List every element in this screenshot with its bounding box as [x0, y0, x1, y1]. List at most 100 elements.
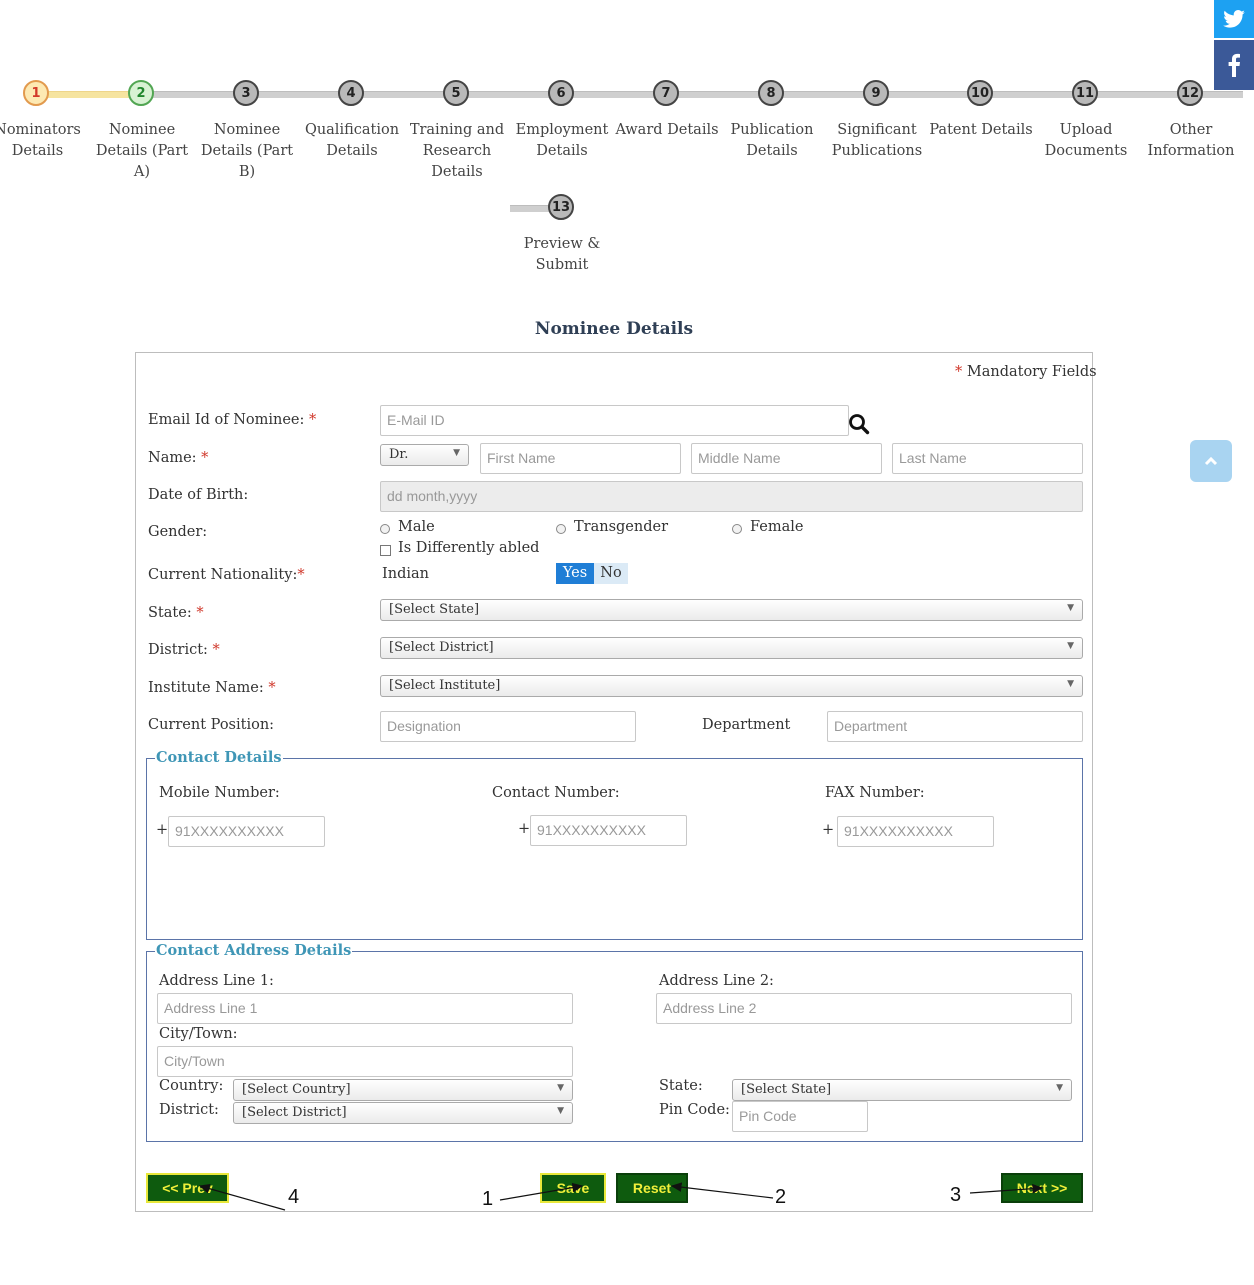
- district-label: District: *: [148, 642, 220, 658]
- gender-female-radio[interactable]: [732, 524, 742, 534]
- step-4-label[interactable]: Qualification Details: [296, 120, 408, 162]
- department-input[interactable]: Department: [827, 711, 1083, 742]
- gender-male-label[interactable]: Male: [398, 519, 435, 535]
- step-12-label[interactable]: Other Information: [1135, 120, 1247, 162]
- country-label: Country:: [159, 1078, 224, 1094]
- step-9-label[interactable]: Significant Publications: [821, 120, 933, 162]
- required-star: *: [268, 680, 276, 696]
- twitter-icon: [1223, 10, 1245, 28]
- step-12-circle[interactable]: 12: [1177, 80, 1203, 106]
- email-input[interactable]: E-Mail ID: [380, 405, 849, 436]
- dropdown-arrow-icon: ▼: [557, 1083, 564, 1093]
- required-star: *: [309, 412, 317, 428]
- institute-select[interactable]: [Select Institute] ▼: [380, 675, 1083, 697]
- step-10-label[interactable]: Patent Details: [925, 120, 1037, 141]
- facebook-button[interactable]: [1214, 40, 1254, 90]
- facebook-icon: [1228, 53, 1240, 77]
- designation-input[interactable]: Designation: [380, 711, 636, 742]
- chevron-up-icon: [1204, 456, 1218, 466]
- dob-label: Date of Birth:: [148, 487, 249, 503]
- gender-male-radio[interactable]: [380, 524, 390, 534]
- department-label: Department: [702, 717, 791, 733]
- required-star: *: [196, 605, 204, 621]
- name-title-select[interactable]: Dr. ▼: [380, 444, 469, 466]
- middle-name-input[interactable]: Middle Name: [691, 443, 882, 474]
- step-5-circle[interactable]: 5: [443, 80, 469, 106]
- state-select[interactable]: [Select State] ▼: [380, 599, 1083, 621]
- dropdown-arrow-icon: ▼: [1067, 679, 1074, 689]
- step-1-circle[interactable]: 1: [23, 80, 49, 106]
- twitter-button[interactable]: [1214, 0, 1254, 38]
- address-state-select-value: [Select State]: [741, 1082, 832, 1097]
- mandatory-text: Mandatory Fields: [966, 364, 1097, 380]
- step-6-circle[interactable]: 6: [548, 80, 574, 106]
- address-line1-input[interactable]: Address Line 1: [157, 993, 573, 1024]
- nationality-yes-option[interactable]: Yes: [556, 563, 594, 584]
- step-2-label[interactable]: Nominee Details (Part A): [86, 120, 198, 183]
- required-star: *: [297, 567, 305, 583]
- differently-abled-label[interactable]: Is Differently abled: [398, 540, 539, 556]
- address-district-select[interactable]: [Select District] ▼: [233, 1102, 573, 1124]
- dropdown-arrow-icon: ▼: [557, 1106, 564, 1116]
- gender-transgender-label[interactable]: Transgender: [574, 519, 668, 535]
- step-8-circle[interactable]: 8: [758, 80, 784, 106]
- step-5-label[interactable]: Training and Research Details: [401, 120, 513, 183]
- contact-number-input[interactable]: 91XXXXXXXXXX: [530, 815, 687, 846]
- gender-female-label[interactable]: Female: [750, 519, 803, 535]
- required-star: *: [201, 450, 209, 466]
- step-2-circle[interactable]: 2: [128, 80, 154, 106]
- email-label: Email Id of Nominee: *: [148, 412, 316, 428]
- step-13-label[interactable]: Preview & Submit: [506, 234, 618, 276]
- address-line2-label: Address Line 2:: [659, 973, 774, 989]
- nationality-value: Indian: [382, 566, 429, 582]
- step-7-label[interactable]: Award Details: [611, 120, 723, 141]
- differently-abled-checkbox[interactable]: [380, 545, 391, 556]
- address-line2-input[interactable]: Address Line 2: [656, 993, 1072, 1024]
- step-11-label[interactable]: Upload Documents: [1030, 120, 1142, 162]
- address-details-legend: Contact Address Details: [155, 942, 353, 959]
- step-7-circle[interactable]: 7: [653, 80, 679, 106]
- district-select[interactable]: [Select District] ▼: [380, 637, 1083, 659]
- dob-input[interactable]: dd month,yyyy: [380, 481, 1083, 512]
- step-11-circle[interactable]: 11: [1072, 80, 1098, 106]
- country-select-value: [Select Country]: [242, 1082, 351, 1097]
- country-select[interactable]: [Select Country] ▼: [233, 1079, 573, 1101]
- fax-input[interactable]: 91XXXXXXXXXX: [837, 816, 994, 847]
- step-6-label[interactable]: Employment Details: [506, 120, 618, 162]
- address-state-select[interactable]: [Select State] ▼: [732, 1079, 1072, 1101]
- step-3-circle[interactable]: 3: [233, 80, 259, 106]
- step-1-label[interactable]: Nominators Details: [0, 120, 95, 162]
- step-10-circle[interactable]: 10: [967, 80, 993, 106]
- step-9-circle[interactable]: 9: [863, 80, 889, 106]
- district-label-text: District:: [148, 642, 208, 658]
- dropdown-arrow-icon: ▼: [1056, 1083, 1063, 1093]
- name-label: Name: *: [148, 450, 208, 466]
- address-state-label: State:: [659, 1078, 703, 1094]
- last-name-input[interactable]: Last Name: [892, 443, 1083, 474]
- pin-code-input[interactable]: Pin Code: [732, 1101, 868, 1132]
- gender-transgender-radio[interactable]: [556, 524, 566, 534]
- gender-label: Gender:: [148, 524, 208, 540]
- address-district-label: District:: [159, 1102, 219, 1118]
- callout-2: 2: [775, 1186, 787, 1208]
- scroll-top-button[interactable]: [1190, 440, 1232, 482]
- state-label-text: State:: [148, 605, 192, 621]
- search-icon[interactable]: [848, 413, 870, 435]
- nationality-toggle[interactable]: Yes No: [556, 563, 628, 584]
- step-4-circle[interactable]: 4: [338, 80, 364, 106]
- page-title: Nominee Details: [534, 319, 694, 339]
- name-label-text: Name:: [148, 450, 197, 466]
- state-select-value: [Select State]: [389, 602, 480, 617]
- first-name-input[interactable]: First Name: [480, 443, 681, 474]
- step-8-label[interactable]: Publication Details: [716, 120, 828, 162]
- step-3-label[interactable]: Nominee Details (Part B): [191, 120, 303, 183]
- city-input[interactable]: City/Town: [157, 1046, 573, 1077]
- mobile-input[interactable]: 91XXXXXXXXXX: [168, 816, 325, 847]
- step-13-circle[interactable]: 13: [548, 194, 574, 220]
- institute-label: Institute Name: *: [148, 680, 276, 696]
- nationality-no-option[interactable]: No: [594, 563, 628, 584]
- state-label: State: *: [148, 605, 204, 621]
- city-label: City/Town:: [159, 1026, 238, 1042]
- required-star: *: [212, 642, 220, 658]
- fax-label: FAX Number:: [825, 785, 925, 801]
